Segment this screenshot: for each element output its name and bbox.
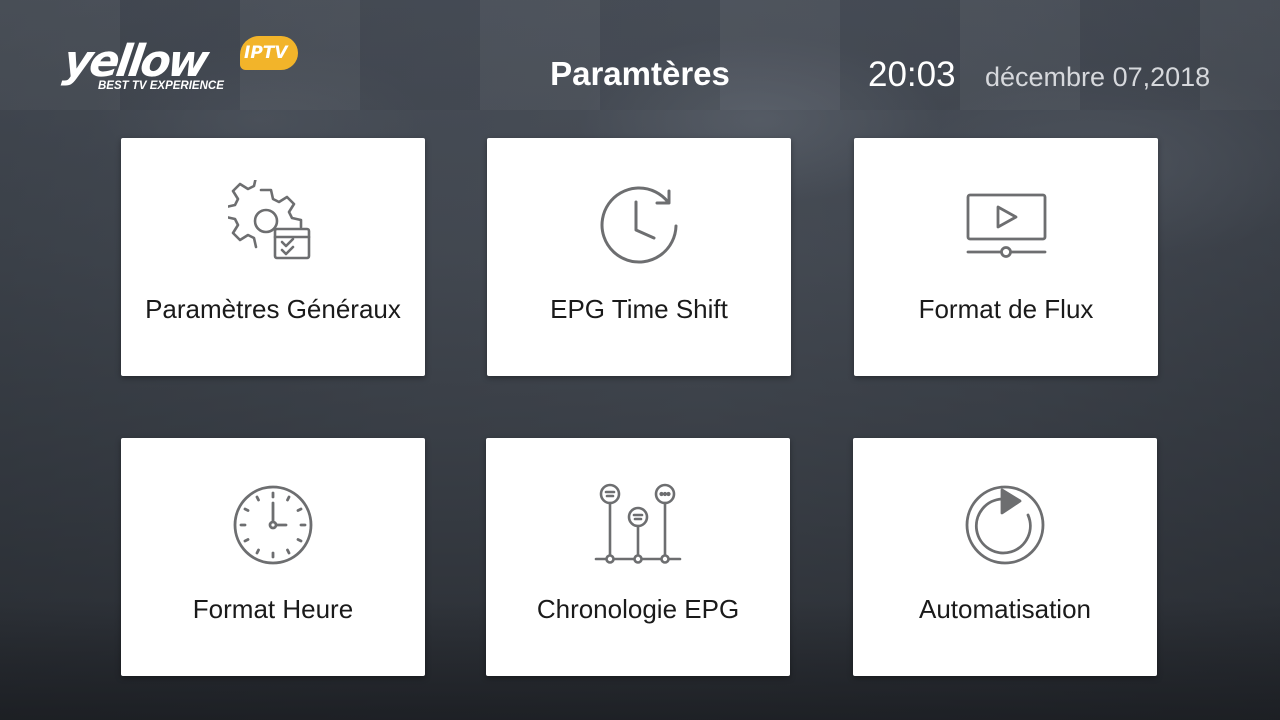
clock-refresh-icon bbox=[594, 180, 684, 270]
video-player-icon bbox=[961, 180, 1051, 270]
tile-epg-timeline[interactable]: Chronologie EPG bbox=[486, 438, 790, 676]
clock-time: 20:03 bbox=[868, 55, 956, 94]
tile-stream-format[interactable]: Format de Flux bbox=[854, 138, 1158, 376]
tile-epg-time-shift[interactable]: EPG Time Shift bbox=[487, 138, 791, 376]
tile-label: Automatisation bbox=[919, 594, 1091, 624]
yellow-iptv-logo: yellow IPTV BEST TV EXPERIENCE bbox=[60, 34, 300, 98]
tile-general-settings[interactable]: Paramètres Généraux bbox=[121, 138, 425, 376]
tile-label: EPG Time Shift bbox=[550, 294, 728, 324]
tile-time-format[interactable]: Format Heure bbox=[121, 438, 425, 676]
tile-label: Format Heure bbox=[192, 594, 354, 624]
page-title: Paramtères bbox=[550, 55, 730, 92]
logo-word: yellow bbox=[60, 36, 210, 87]
tile-label: Paramètres Généraux bbox=[145, 294, 401, 324]
logo-tagline: BEST TV EXPERIENCE bbox=[98, 80, 224, 92]
current-date: décembre 07,2018 bbox=[985, 62, 1211, 92]
replay-icon bbox=[960, 480, 1050, 570]
clock-icon bbox=[228, 480, 318, 570]
gear-settings-icon bbox=[228, 180, 318, 270]
tile-label: Format de Flux bbox=[918, 294, 1094, 324]
tile-label: Chronologie EPG bbox=[536, 594, 740, 624]
timeline-icon bbox=[593, 480, 683, 570]
tile-automation[interactable]: Automatisation bbox=[853, 438, 1157, 676]
logo-badge-text: IPTV bbox=[244, 43, 288, 63]
